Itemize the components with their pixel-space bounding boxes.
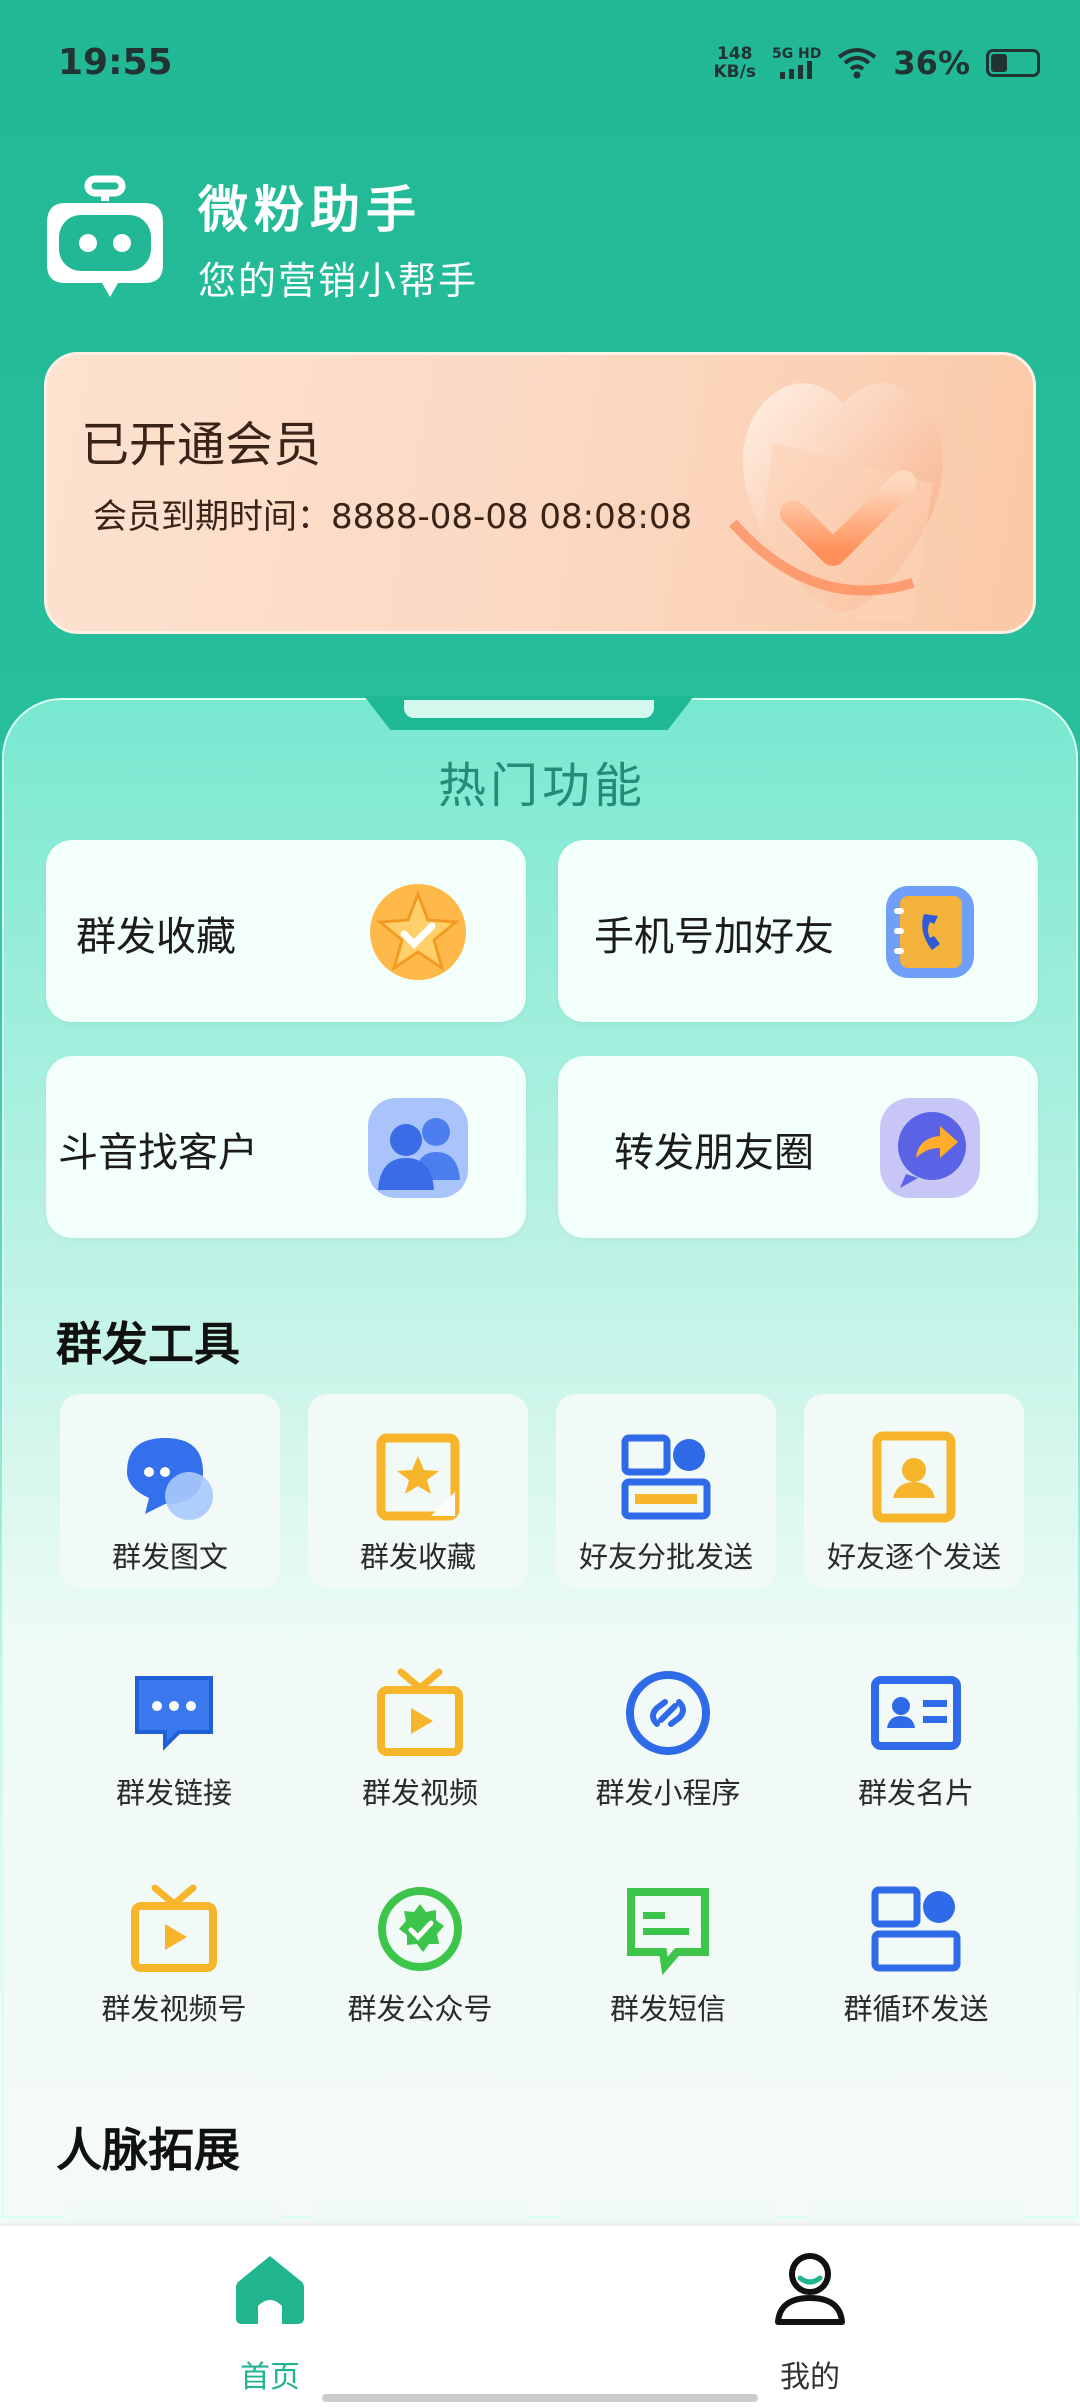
user-profile-icon [775, 2253, 845, 2325]
hot-item-forward-moments[interactable]: 转发朋友圈 [558, 1056, 1038, 1238]
chat-bubble-icon [127, 1438, 213, 1520]
users-icon [368, 1098, 468, 1198]
tool-loop-send[interactable]: 群循环发送 [806, 1846, 1026, 2040]
tool-mass-mini-program[interactable]: 群发小程序 [558, 1630, 778, 1824]
share-bubble-icon [880, 1098, 980, 1198]
tool-mass-video-channel[interactable]: 群发视频号 [64, 1846, 284, 2040]
tool-mass-official-account[interactable]: 群发公众号 [310, 1846, 530, 2040]
status-bar: 19:55 148 KB/s 5G HD 36% [0, 0, 1080, 120]
tool-mass-business-card[interactable]: 群发名片 [806, 1630, 1026, 1824]
checkmark-badge-icon [729, 383, 943, 623]
battery-percent: 36% [893, 44, 970, 82]
wifi-icon [838, 48, 877, 79]
mass-tools-section-title: 群发工具 [56, 1317, 240, 1371]
home-indicator [322, 2394, 758, 2402]
network-section-title: 人脉拓展 [56, 2123, 240, 2177]
tool-label: 群发短信 [609, 1992, 726, 2026]
bottom-tab-bar: 首页 我的 [0, 2226, 1080, 2408]
star-frame-icon [376, 1433, 460, 1521]
tool-mass-image-text[interactable]: 群发图文 [60, 1394, 280, 1588]
hot-item-douyin-customers[interactable]: 斗音找客户 [46, 1056, 526, 1238]
tool-mass-favorites[interactable]: 群发收藏 [308, 1394, 528, 1588]
tool-mass-video[interactable]: 群发视频 [310, 1630, 530, 1824]
hot-item-mass-favorites[interactable]: 群发收藏 [46, 840, 526, 1022]
tool-mass-sms[interactable]: 群发短信 [558, 1846, 778, 2040]
hot-item-phone-add-friend[interactable]: 手机号加好友 [558, 840, 1038, 1022]
tool-label: 好友分批发送 [578, 1540, 753, 1574]
tab-home-label: 首页 [240, 2360, 300, 2395]
app-header: 微粉助手 您的营销小帮手 [40, 170, 478, 305]
hot-section-title: 热门功能 [437, 758, 646, 814]
loop-send-icon [871, 1886, 961, 1972]
tool-label: 群发收藏 [359, 1540, 476, 1574]
home-icon [236, 2256, 304, 2324]
business-card-icon [871, 1676, 961, 1750]
hot-item-label: 斗音找客户 [58, 1130, 258, 1176]
tool-label: 群发视频 [361, 1776, 478, 1810]
tab-mine[interactable]: 我的 [710, 2248, 910, 2396]
app-slogan: 您的营销小帮手 [198, 259, 479, 303]
official-account-icon [378, 1887, 462, 1971]
panel-notch-inner [404, 700, 654, 718]
robot-logo-icon [47, 175, 163, 297]
tool-label: 群发小程序 [595, 1776, 741, 1810]
batch-layout-icon [621, 1434, 711, 1520]
battery-icon [986, 49, 1040, 77]
main-panel: 热门功能 群发收藏 手机号加好友 斗音找客户 转发朋友圈 群发工具 群发图文 群… [2, 696, 1078, 2230]
status-time: 19:55 [58, 42, 173, 83]
hot-item-label: 转发朋友圈 [614, 1130, 814, 1176]
tab-mine-label: 我的 [780, 2360, 840, 2395]
mini-program-icon [626, 1671, 710, 1755]
tool-friends-batch-send[interactable]: 好友分批发送 [556, 1394, 776, 1588]
tool-label: 群发公众号 [347, 1992, 493, 2026]
tool-label: 群循环发送 [843, 1992, 989, 2026]
member-expire-time: 会员到期时间：8888-08-08 08:08:08 [93, 497, 693, 537]
tool-friends-one-by-one[interactable]: 好友逐个发送 [804, 1394, 1024, 1588]
member-status-title: 已开通会员 [81, 417, 322, 473]
tool-label: 群发链接 [115, 1776, 232, 1810]
star-badge-icon [370, 884, 466, 980]
cellular-signal-icon: 5G HD [772, 47, 821, 79]
tool-mass-link[interactable]: 群发链接 [64, 1630, 284, 1824]
tool-label: 群发图文 [111, 1540, 228, 1574]
status-indicators: 148 KB/s 5G HD 36% [713, 44, 1040, 82]
app-name: 微粉助手 [198, 181, 422, 239]
sms-icon [627, 1888, 709, 1976]
tv-play-icon [377, 1668, 463, 1756]
app-title-block: 微粉助手 您的营销小帮手 [198, 170, 478, 305]
member-banner[interactable]: 已开通会员 会员到期时间：8888-08-08 08:08:08 [44, 352, 1036, 634]
message-dots-icon [135, 1676, 213, 1751]
contact-card-icon [872, 1431, 956, 1523]
tool-label: 好友逐个发送 [826, 1540, 1001, 1574]
tool-label: 群发视频号 [101, 1992, 247, 2026]
hot-item-label: 手机号加好友 [594, 914, 834, 960]
tool-label: 群发名片 [857, 1776, 974, 1810]
video-channel-icon [131, 1884, 217, 1972]
tab-home[interactable]: 首页 [170, 2248, 370, 2396]
network-speed: 148 KB/s [713, 44, 756, 82]
hot-item-label: 群发收藏 [76, 914, 236, 960]
contact-book-icon [886, 886, 974, 978]
